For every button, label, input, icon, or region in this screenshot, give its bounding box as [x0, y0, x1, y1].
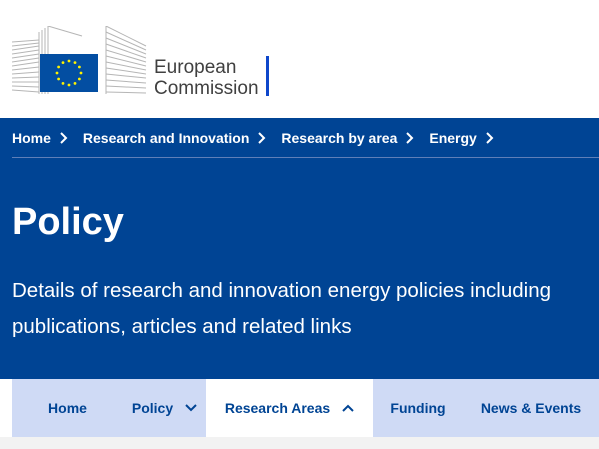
page-description-line-1: Details of research and innovation energ…: [12, 279, 552, 302]
nav-item-label: Home: [48, 400, 87, 416]
breadcrumb-label: Research and Innovation: [82, 130, 250, 146]
chevron-right-icon: [60, 132, 68, 144]
logo-line-2: Commission: [154, 78, 259, 99]
page-description: Details of research and innovation energ…: [12, 273, 599, 345]
nav-item-funding[interactable]: Funding: [373, 379, 463, 437]
chevron-right-icon: [258, 132, 266, 144]
nav-left-gutter: [0, 379, 12, 437]
breadcrumb: Home Research and Innovation Research by…: [0, 118, 599, 158]
breadcrumb-label: Home: [12, 130, 51, 146]
nav-item-research-areas[interactable]: Research Areas: [206, 379, 373, 437]
chevron-right-icon: [486, 132, 494, 144]
page-description-line-2: publications, articles and related links: [12, 315, 352, 338]
section-navigation: Home Policy Research Areas Funding News …: [12, 379, 599, 437]
content-band: [0, 437, 599, 449]
logo-line-1: European: [154, 57, 237, 78]
ec-building-icon: [12, 26, 147, 94]
breadcrumb-item-home[interactable]: Home: [12, 130, 69, 146]
page-hero: Policy Details of research and innovatio…: [0, 158, 599, 379]
breadcrumb-item-energy[interactable]: Energy: [429, 130, 494, 146]
breadcrumb-label: Energy: [429, 130, 477, 146]
nav-item-news-events[interactable]: News & Events: [463, 379, 599, 437]
nav-item-label: Policy: [131, 400, 174, 416]
chevron-right-icon: [406, 132, 414, 144]
chevron-up-icon: [342, 404, 354, 412]
nav-item-policy[interactable]: Policy: [123, 379, 206, 437]
page-title: Policy: [12, 201, 124, 243]
nav-item-label: Funding: [390, 400, 446, 416]
nav-item-label: News & Events: [480, 400, 582, 416]
breadcrumb-item-research-and-innovation[interactable]: Research and Innovation: [83, 130, 267, 146]
logo-divider: [266, 56, 269, 96]
breadcrumb-item-research-by-area[interactable]: Research by area: [281, 130, 415, 146]
breadcrumb-label: Research by area: [281, 130, 398, 146]
site-header: European Commission: [0, 0, 599, 118]
nav-item-label: Research Areas: [224, 400, 331, 416]
nav-item-home[interactable]: Home: [12, 379, 123, 437]
european-commission-logo[interactable]: European Commission: [12, 26, 274, 99]
logo-wordmark: European Commission: [154, 57, 259, 99]
chevron-down-icon: [185, 404, 197, 412]
